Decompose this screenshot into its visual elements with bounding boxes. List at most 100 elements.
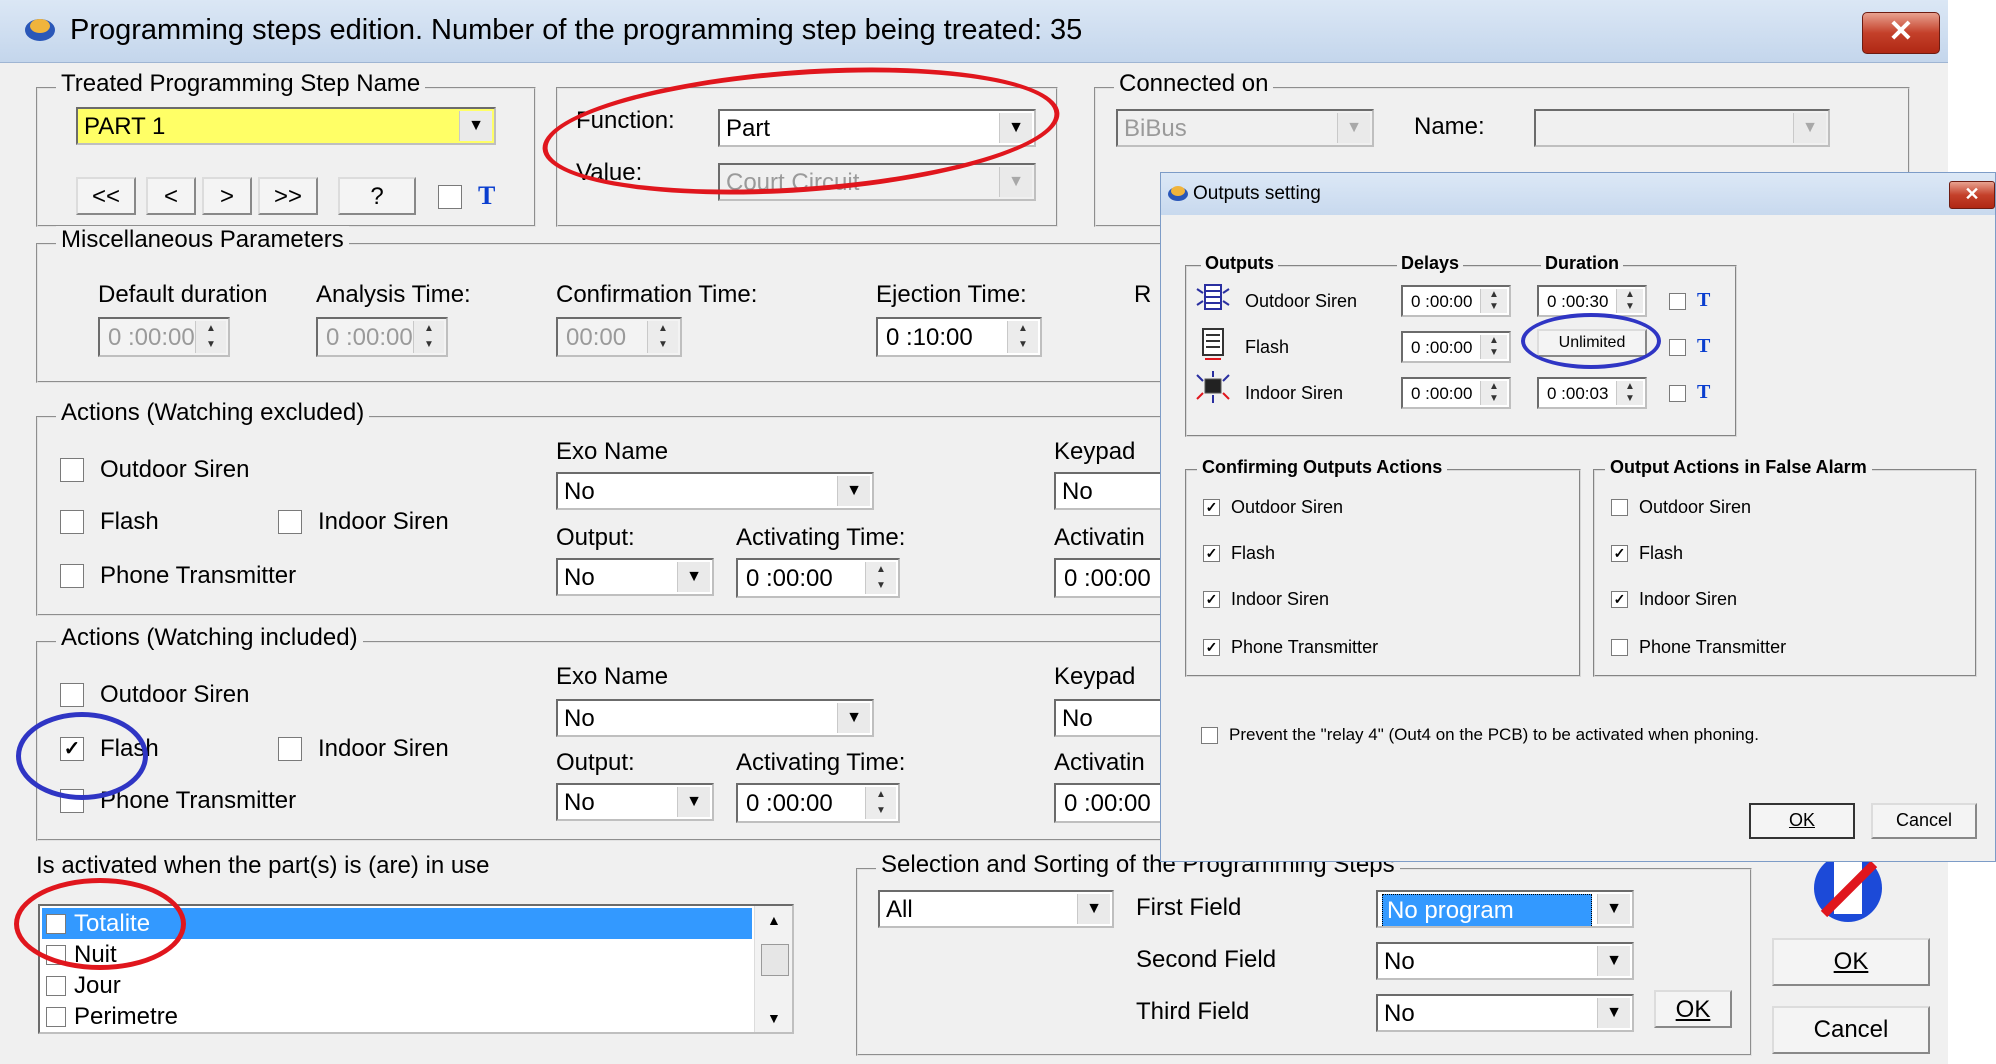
nav-last-button[interactable]: >> — [258, 177, 318, 215]
confirming-actions-group: Confirming Outputs Actions ✓ Outdoor Sir… — [1185, 457, 1581, 677]
spin-buttons[interactable]: ▲ ▼ — [1480, 289, 1507, 313]
flash-checkbox[interactable] — [60, 510, 84, 534]
outdoor-siren-delay-spin[interactable]: 0 :00:00 ▲ ▼ — [1401, 285, 1511, 317]
cancel-button[interactable]: Cancel — [1772, 1006, 1930, 1054]
bus-combo[interactable]: BiBus ▼ — [1116, 109, 1374, 147]
third-field-combo[interactable]: No ▼ — [1376, 994, 1634, 1032]
chevron-down-icon[interactable]: ▼ — [1337, 113, 1370, 143]
outputs-cancel-button[interactable]: Cancel — [1871, 803, 1977, 839]
t-checkbox[interactable] — [438, 185, 462, 209]
output-combo[interactable]: No ▼ — [556, 558, 714, 596]
confirm-outdoor-siren-checkbox[interactable]: ✓ — [1203, 499, 1220, 516]
indoor-siren-checkbox[interactable] — [278, 737, 302, 761]
close-button[interactable]: ✕ — [1862, 12, 1940, 54]
spin-buttons[interactable]: ▲ ▼ — [1616, 289, 1643, 313]
chevron-down-icon[interactable]: ▼ — [837, 476, 870, 506]
spin-buttons[interactable]: ▲ ▼ — [1480, 381, 1507, 405]
confirm-indoor-siren-checkbox[interactable]: ✓ — [1203, 591, 1220, 608]
totalite-highlight-ring — [14, 878, 186, 970]
name-label: Name: — [1414, 113, 1485, 140]
first-field-combo[interactable]: No program ▼ — [1376, 890, 1634, 928]
chevron-down-icon[interactable]: ▼ — [1597, 998, 1630, 1028]
spin-buttons[interactable]: ▲ ▼ — [413, 321, 444, 353]
chevron-down-icon[interactable]: ▼ — [1793, 113, 1826, 143]
indoor-siren-duration-value: 0 :00:03 — [1547, 384, 1609, 403]
false-outdoor-siren-checkbox[interactable] — [1611, 499, 1628, 516]
spin-buttons[interactable]: ▲ ▼ — [1616, 381, 1643, 405]
false-indoor-siren-checkbox[interactable]: ✓ — [1611, 591, 1628, 608]
activating-time-value: 0 :00:00 — [746, 790, 833, 817]
parts-label: Is activated when the part(s) is (are) i… — [36, 852, 490, 879]
nav-first-button[interactable]: << — [76, 177, 136, 215]
scroll-thumb[interactable] — [761, 944, 789, 976]
spin-buttons[interactable]: ▲ ▼ — [647, 321, 678, 353]
part-checkbox[interactable] — [46, 1007, 66, 1027]
activating-time-spin[interactable]: 0 :00:00 ▲ ▼ — [736, 558, 900, 598]
outputs-header: Outputs — [1201, 253, 1278, 274]
chevron-down-icon[interactable]: ▼ — [837, 703, 870, 733]
false-phone-transmitter-checkbox[interactable] — [1611, 639, 1628, 656]
ejection-time-spin[interactable]: 0 :10:00 ▲ ▼ — [876, 317, 1042, 357]
second-field-combo[interactable]: No ▼ — [1376, 942, 1634, 980]
all-combo[interactable]: All ▼ — [878, 890, 1114, 928]
default-duration-spin[interactable]: 0 :00:00 ▲ ▼ — [98, 317, 230, 357]
chevron-down-icon[interactable]: ▼ — [459, 111, 492, 141]
confirm-phone-transmitter-checkbox[interactable]: ✓ — [1203, 639, 1220, 656]
scroll-up-icon[interactable]: ▲ — [767, 912, 781, 928]
list-item[interactable]: Jour — [42, 970, 752, 1001]
exo-name-combo[interactable]: No ▼ — [556, 472, 874, 510]
spin-buttons[interactable]: ▲ ▼ — [1007, 321, 1038, 353]
name-combo[interactable]: ▼ — [1534, 109, 1830, 147]
nav-prev-button[interactable]: < — [146, 177, 196, 215]
flash-t-checkbox[interactable] — [1669, 339, 1686, 356]
outdoor-siren-delay-value: 0 :00:00 — [1411, 292, 1473, 311]
outputs-close-button[interactable]: ✕ — [1949, 181, 1995, 209]
confirmation-time-spin[interactable]: 00:00 ▲ ▼ — [556, 317, 682, 357]
list-item[interactable]: Perimetre — [42, 1001, 752, 1032]
confirm-flash-label: Flash — [1231, 543, 1276, 563]
part-checkbox[interactable] — [46, 976, 66, 996]
outdoor-siren-checkbox[interactable] — [60, 683, 84, 707]
chevron-down-icon[interactable]: ▼ — [1077, 894, 1110, 924]
false-phone-transmitter-label: Phone Transmitter — [1639, 637, 1787, 657]
indoor-siren-duration-spin[interactable]: 0 :00:03 ▲ ▼ — [1537, 377, 1647, 409]
confirm-flash-checkbox[interactable]: ✓ — [1203, 545, 1220, 562]
analysis-time-label: Analysis Time: — [316, 281, 471, 308]
nav-next-button[interactable]: > — [202, 177, 252, 215]
confirmation-time-value: 00:00 — [566, 324, 627, 351]
flash-delay-spin[interactable]: 0 :00:00 ▲ ▼ — [1401, 331, 1511, 363]
outputs-ok-button[interactable]: OK — [1749, 803, 1855, 839]
help-button[interactable]: ? — [338, 177, 416, 215]
spin-buttons[interactable]: ▲ ▼ — [865, 787, 896, 819]
exo-name-combo[interactable]: No ▼ — [556, 699, 874, 737]
spin-buttons[interactable]: ▲ ▼ — [1480, 335, 1507, 359]
chevron-down-icon[interactable]: ▼ — [677, 562, 710, 592]
second-field-label: Second Field — [1136, 946, 1277, 973]
ok-button[interactable]: OK — [1772, 938, 1930, 986]
chevron-down-icon[interactable]: ▼ — [1597, 946, 1630, 976]
chevron-down-icon[interactable]: ▼ — [677, 787, 710, 817]
indoor-siren-label: Indoor Siren — [318, 735, 449, 762]
phone-transmitter-checkbox[interactable] — [60, 564, 84, 588]
parts-scrollbar[interactable]: ▲ ▼ — [754, 906, 792, 1032]
chevron-down-icon[interactable]: ▼ — [999, 167, 1032, 197]
spin-buttons[interactable]: ▲ ▼ — [865, 562, 896, 594]
activating-time-spin[interactable]: 0 :00:00 ▲ ▼ — [736, 783, 900, 823]
spin-buttons[interactable]: ▲ ▼ — [195, 321, 226, 353]
indoor-siren-delay-spin[interactable]: 0 :00:00 ▲ ▼ — [1401, 377, 1511, 409]
t-label: T — [478, 181, 496, 210]
prevent-relay-checkbox[interactable] — [1201, 727, 1218, 744]
output-combo[interactable]: No ▼ — [556, 783, 714, 821]
analysis-time-spin[interactable]: 0 :00:00 ▲ ▼ — [316, 317, 448, 357]
step-name-value: PART 1 — [84, 113, 166, 140]
outdoor-siren-t-checkbox[interactable] — [1669, 293, 1686, 310]
scroll-down-icon[interactable]: ▼ — [767, 1010, 781, 1026]
false-flash-checkbox[interactable]: ✓ — [1611, 545, 1628, 562]
sorting-ok-button[interactable]: OK — [1654, 990, 1732, 1028]
chevron-down-icon[interactable]: ▼ — [1597, 894, 1630, 924]
default-duration-label: Default duration — [98, 281, 268, 308]
step-name-combo[interactable]: PART 1 ▼ — [76, 107, 496, 145]
outdoor-siren-checkbox[interactable] — [60, 458, 84, 482]
indoor-siren-checkbox[interactable] — [278, 510, 302, 534]
indoor-siren-t-checkbox[interactable] — [1669, 385, 1686, 402]
